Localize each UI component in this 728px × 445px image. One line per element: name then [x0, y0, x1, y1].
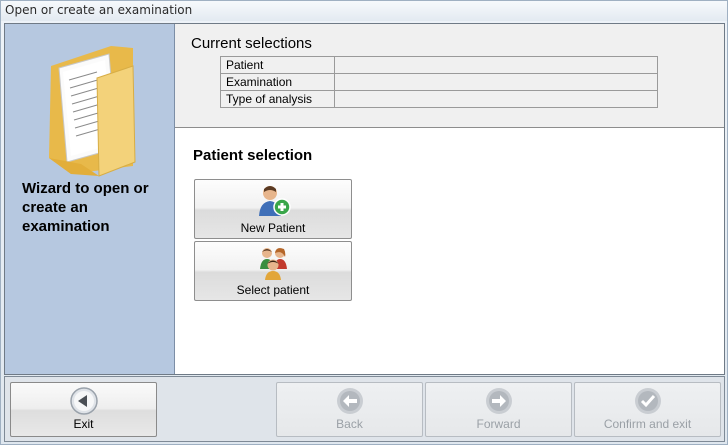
select-patient-button[interactable]: Select patient — [194, 241, 352, 301]
selection-row-patient: Patient — [220, 56, 658, 74]
add-patient-icon — [259, 186, 291, 216]
dialog-window: Open or create an examination Wizard to … — [0, 0, 728, 445]
arrow-left-icon — [70, 387, 98, 415]
dialog-client-area: Wizard to open or create an examination … — [4, 23, 725, 375]
back-button[interactable]: Back — [276, 382, 423, 437]
arrow-right-icon — [486, 388, 512, 414]
selection-value — [334, 73, 658, 91]
selection-value — [334, 90, 658, 108]
selection-label: Type of analysis — [220, 90, 335, 108]
selection-row-analysis-type: Type of analysis — [220, 90, 658, 108]
patient-selection-panel: Patient selection New Patient Select pat… — [175, 129, 724, 374]
confirm-and-exit-label: Confirm and exit — [603, 417, 692, 431]
current-selections-table: Patient Examination Type of analysis — [220, 56, 658, 108]
new-patient-label: New Patient — [240, 221, 306, 235]
selection-value — [334, 56, 658, 74]
window-title: Open or create an examination — [1, 1, 727, 21]
patient-selection-title: Patient selection — [193, 147, 313, 164]
selection-label: Examination — [220, 73, 335, 91]
checkmark-icon — [635, 388, 661, 414]
folder-icon — [49, 46, 136, 177]
wizard-side-panel: Wizard to open or create an examination — [5, 24, 175, 374]
arrow-left-icon — [337, 388, 363, 414]
confirm-and-exit-button[interactable]: Confirm and exit — [574, 382, 721, 437]
selection-row-examination: Examination — [220, 73, 658, 91]
wizard-footer: Exit Back Forward Confirm and exit — [4, 376, 725, 442]
patients-group-icon — [260, 248, 287, 280]
forward-label: Forward — [476, 417, 521, 431]
forward-button[interactable]: Forward — [425, 382, 572, 437]
back-label: Back — [336, 417, 363, 431]
new-patient-button[interactable]: New Patient — [194, 179, 352, 239]
current-selections-panel: Current selections Patient Examination T… — [175, 24, 724, 128]
exit-button[interactable]: Exit — [10, 382, 157, 437]
current-selections-title: Current selections — [191, 35, 312, 52]
exit-label: Exit — [73, 417, 94, 431]
select-patient-label: Select patient — [236, 283, 310, 297]
selection-label: Patient — [220, 56, 335, 74]
wizard-title: Wizard to open or create an examination — [22, 180, 149, 235]
